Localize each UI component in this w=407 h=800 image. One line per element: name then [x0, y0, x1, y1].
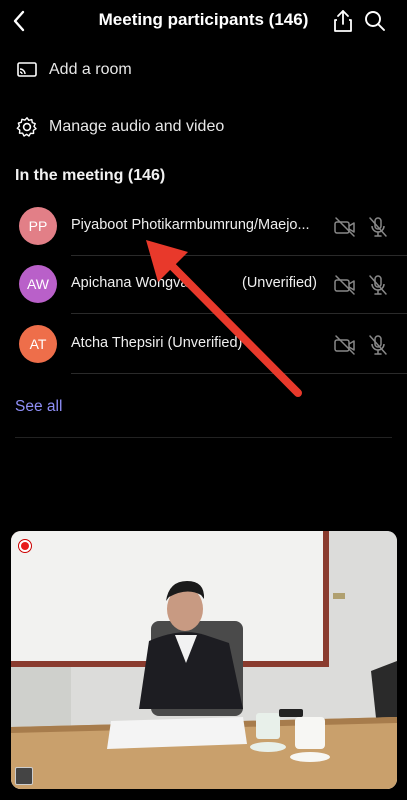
recording-icon: [18, 539, 32, 553]
video-feed: [11, 531, 397, 789]
annotation-arrow: [146, 240, 302, 397]
pin-icon[interactable]: [15, 767, 33, 785]
video-tile[interactable]: [11, 531, 397, 789]
